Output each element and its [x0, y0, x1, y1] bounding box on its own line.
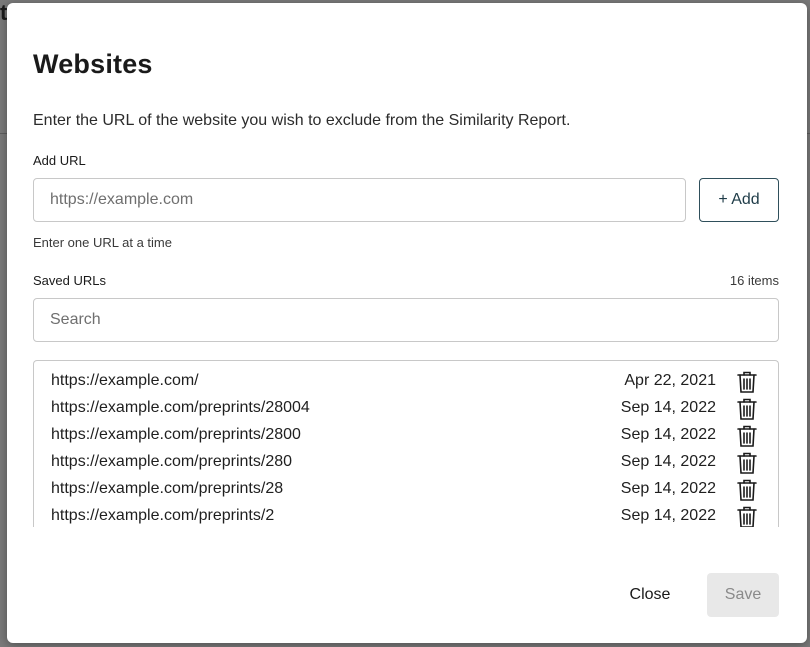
list-item: https://example.com/ Apr 22, 2021 [34, 369, 778, 396]
websites-modal: Websites Enter the URL of the website yo… [7, 3, 807, 643]
list-item: https://example.com/preprints/2 Sep 14, … [34, 504, 778, 527]
search-input[interactable] [33, 298, 779, 342]
add-url-label: Add URL [33, 153, 86, 168]
trash-icon[interactable] [736, 396, 758, 422]
close-button[interactable]: Close [615, 573, 685, 617]
add-url-button[interactable]: + Add [699, 178, 779, 222]
saved-url-date: Sep 14, 2022 [620, 399, 716, 416]
saved-url-date: Sep 14, 2022 [620, 507, 716, 524]
trash-icon[interactable] [736, 477, 758, 503]
saved-url-date: Sep 14, 2022 [620, 480, 716, 497]
trash-icon[interactable] [736, 423, 758, 449]
trash-icon[interactable] [736, 504, 758, 527]
url-input[interactable] [33, 178, 686, 222]
saved-url-text: https://example.com/preprints/280 [51, 453, 293, 470]
save-button: Save [707, 573, 779, 617]
saved-url-text: https://example.com/preprints/2800 [51, 426, 301, 443]
trash-icon[interactable] [736, 369, 758, 395]
saved-urls-label: Saved URLs [33, 273, 106, 288]
list-item: https://example.com/preprints/280 Sep 14… [34, 450, 778, 477]
url-hint: Enter one URL at a time [33, 235, 172, 250]
saved-url-date: Apr 22, 2021 [624, 372, 716, 389]
saved-url-text: https://example.com/preprints/28004 [51, 399, 310, 416]
saved-url-date: Sep 14, 2022 [620, 426, 716, 443]
saved-url-text: https://example.com/ [51, 372, 199, 389]
modal-description: Enter the URL of the website you wish to… [33, 112, 571, 129]
saved-count: 16 items [729, 273, 779, 288]
list-item: https://example.com/preprints/28004 Sep … [34, 396, 778, 423]
list-item: https://example.com/preprints/2800 Sep 1… [34, 423, 778, 450]
modal-title: Websites [33, 49, 153, 79]
list-item: https://example.com/preprints/28 Sep 14,… [34, 477, 778, 504]
saved-urls-list: https://example.com/ Apr 22, 2021 https:… [33, 360, 779, 527]
saved-url-text: https://example.com/preprints/2 [51, 507, 275, 524]
trash-icon[interactable] [736, 450, 758, 476]
saved-url-date: Sep 14, 2022 [620, 453, 716, 470]
saved-url-text: https://example.com/preprints/28 [51, 480, 284, 497]
